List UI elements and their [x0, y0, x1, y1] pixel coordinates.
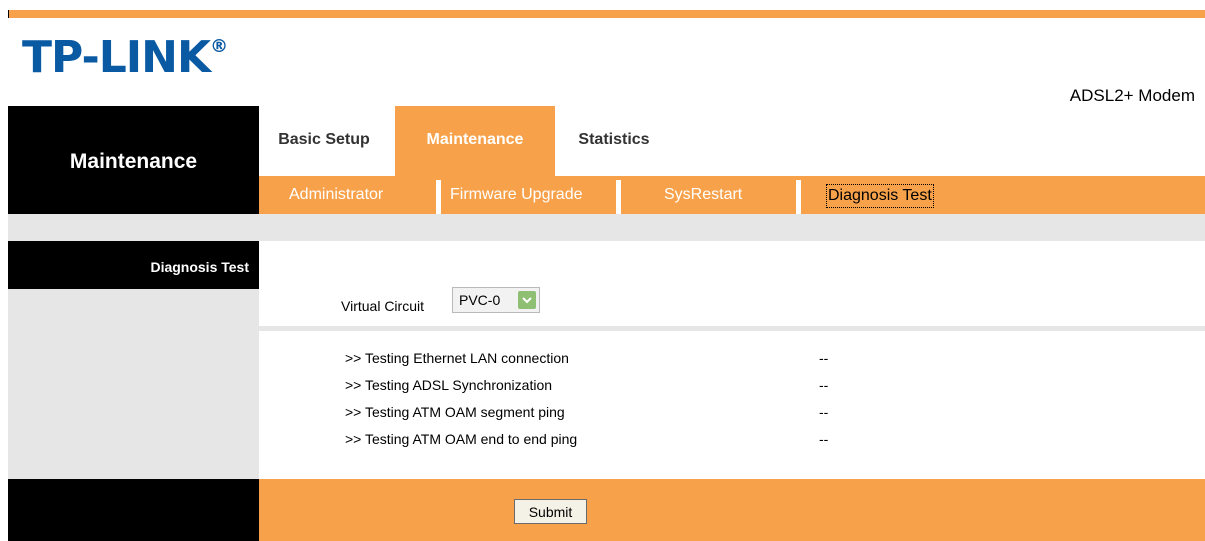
sidebar-page-label: Diagnosis Test: [150, 259, 249, 275]
test-result-adsl-sync: --: [819, 377, 829, 393]
subnav-firmware-upgrade[interactable]: Firmware Upgrade: [450, 184, 582, 206]
subnav-separator: [436, 180, 441, 214]
main-tabs: Basic Setup Maintenance Statistics: [259, 106, 1205, 176]
virtual-circuit-value: PVC-0: [459, 292, 501, 308]
section-title: Maintenance: [69, 150, 198, 173]
subnav-administrator[interactable]: Administrator: [289, 184, 383, 206]
diagnosis-content: Virtual Circuit PVC-0 >> Testing Etherne…: [259, 241, 1205, 479]
tab-maintenance[interactable]: Maintenance: [395, 106, 555, 176]
test-result-oam-segment: --: [819, 404, 829, 420]
submit-button[interactable]: Submit: [514, 499, 587, 524]
subnav-separator: [616, 180, 621, 214]
test-label-oam-end-to-end: >> Testing ATM OAM end to end ping: [345, 431, 578, 447]
subnav-separator: [796, 180, 801, 214]
test-label-oam-segment: >> Testing ATM OAM segment ping: [345, 404, 565, 420]
product-name: ADSL2+ Modem: [1069, 86, 1195, 105]
sub-navigation: Administrator Firmware Upgrade SysRestar…: [259, 176, 1205, 214]
subnav-sysrestart[interactable]: SysRestart: [664, 184, 742, 206]
footer-left-panel: [8, 479, 259, 541]
router-admin-page: TP-LINK® ADSL2+ Modem Maintenance Basic …: [0, 0, 1205, 541]
test-result-ethernet: --: [819, 350, 829, 366]
footer-action-bar: Submit: [259, 479, 1205, 541]
test-result-oam-end-to-end: --: [819, 431, 829, 447]
tab-basic-setup[interactable]: Basic Setup: [269, 106, 379, 176]
spacer-band: [8, 214, 1205, 241]
sidebar-filler: [8, 289, 259, 479]
navigation: Maintenance Basic Setup Maintenance Stat…: [8, 106, 1205, 214]
chevron-down-icon[interactable]: [518, 291, 536, 309]
top-accent-stripe: [0, 0, 1205, 18]
footer: Submit: [8, 479, 1205, 541]
section-panel: Maintenance: [8, 106, 259, 214]
virtual-circuit-label: Virtual Circuit: [341, 298, 424, 314]
tp-link-logo: TP-LINK®: [22, 32, 228, 83]
virtual-circuit-select[interactable]: PVC-0: [452, 287, 540, 313]
subnav-diagnosis-test[interactable]: Diagnosis Test: [826, 184, 934, 208]
header: TP-LINK® ADSL2+ Modem: [8, 18, 1205, 106]
tab-statistics[interactable]: Statistics: [559, 106, 669, 176]
test-label-ethernet: >> Testing Ethernet LAN connection: [345, 350, 569, 366]
sidebar-page-header: Diagnosis Test: [8, 241, 259, 289]
section-divider: [259, 326, 1205, 331]
test-label-adsl-sync: >> Testing ADSL Synchronization: [345, 377, 553, 393]
